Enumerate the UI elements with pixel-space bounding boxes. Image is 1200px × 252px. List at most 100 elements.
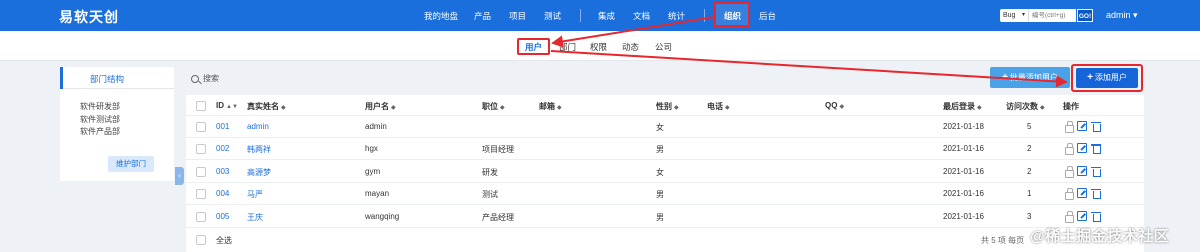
- nav-item-5[interactable]: 文档: [633, 10, 650, 22]
- trash-icon[interactable]: [1091, 211, 1101, 222]
- cell-realname[interactable]: 高源梦: [247, 167, 271, 178]
- sort-icon: ◆: [1040, 105, 1045, 111]
- col-visits[interactable]: 访问次数 ◆: [1006, 101, 1045, 112]
- col-role[interactable]: 职位 ◆: [482, 101, 505, 112]
- cell-gender: 女: [656, 123, 664, 132]
- row-checkbox[interactable]: [196, 166, 206, 177]
- add-user-button[interactable]: + 添加用户: [1076, 68, 1138, 88]
- brand-logo[interactable]: 易软天创: [59, 7, 119, 27]
- col-actions: 操作: [1063, 102, 1079, 111]
- cell-id[interactable]: 003: [216, 167, 229, 176]
- col-email[interactable]: 邮箱 ◆: [539, 101, 562, 112]
- cell-id[interactable]: 002: [216, 144, 229, 153]
- col-account[interactable]: 用户名 ◆: [365, 101, 396, 112]
- cell-account: gym: [365, 166, 381, 176]
- select-all-checkbox-header[interactable]: [196, 101, 206, 111]
- watermark: @稀土掘金技术社区: [1030, 228, 1170, 245]
- lock-icon[interactable]: [1064, 121, 1074, 133]
- col-last-login[interactable]: 最后登录 ◆: [943, 101, 982, 112]
- search-input[interactable]: [1028, 9, 1076, 22]
- lock-icon[interactable]: [1064, 143, 1074, 156]
- cell-gender: 女: [656, 167, 664, 177]
- nav-item-2[interactable]: 项目: [509, 10, 526, 22]
- lock-icon[interactable]: [1064, 210, 1074, 223]
- cell-realname[interactable]: 马严: [247, 189, 263, 200]
- row-actions: [1064, 188, 1101, 201]
- dept-item[interactable]: 软件测试部: [80, 114, 120, 127]
- cell-account: admin: [365, 122, 387, 131]
- nav-item-8[interactable]: 后台: [759, 10, 776, 22]
- edit-icon[interactable]: [1077, 143, 1087, 154]
- sort-icon: ◆: [281, 105, 286, 111]
- col-phone[interactable]: 电话 ◆: [707, 101, 730, 112]
- nav-item-1[interactable]: 产品: [474, 10, 491, 22]
- col-id[interactable]: ID ▲▼: [216, 101, 238, 110]
- sort-icon: ▲▼: [226, 104, 238, 110]
- cell-id[interactable]: 001: [216, 122, 229, 131]
- col-gender[interactable]: 性别 ◆: [656, 101, 679, 112]
- sub-navbar: 用户 部门 权限 动态 公司: [0, 31, 1200, 61]
- cell-id[interactable]: 004: [216, 189, 229, 198]
- subnav-dynamics[interactable]: 动态: [622, 41, 639, 53]
- cell-gender: 男: [656, 190, 664, 200]
- sort-icon: ◆: [725, 105, 730, 111]
- cell-id[interactable]: 005: [216, 212, 229, 221]
- batch-add-users-button[interactable]: + 批量添加用户: [990, 67, 1070, 88]
- cell-realname[interactable]: 韩两祥: [247, 144, 271, 155]
- sort-icon: ◆: [977, 105, 982, 111]
- edit-icon[interactable]: [1077, 210, 1087, 221]
- cell-account: mayan: [365, 189, 390, 199]
- plus-icon: +: [1087, 72, 1093, 83]
- edit-icon[interactable]: [1077, 165, 1087, 176]
- table-row: 003 高源梦 gym 研发 女 2021-01-16 2: [186, 161, 1144, 183]
- search-icon: [191, 74, 199, 83]
- subnav-permissions[interactable]: 权限: [590, 41, 607, 53]
- nav-item-4[interactable]: 集成: [598, 10, 615, 22]
- table-row: 004 马严 mayan 测试 男 2021-01-16 1: [186, 183, 1144, 206]
- dept-item[interactable]: 软件研发部: [80, 101, 120, 114]
- nav-divider: [704, 9, 705, 22]
- cell-visits: 2: [1027, 166, 1032, 176]
- go-button[interactable]: GO!: [1077, 9, 1093, 22]
- row-checkbox[interactable]: [196, 189, 206, 200]
- user-menu[interactable]: admin ▾: [1106, 10, 1138, 21]
- sidebar-header: 部门结构: [60, 67, 174, 89]
- col-realname[interactable]: 真实姓名 ◆: [247, 101, 286, 112]
- row-checkbox[interactable]: [196, 211, 206, 222]
- trash-icon[interactable]: [1091, 143, 1101, 155]
- cell-gender: 男: [656, 145, 664, 155]
- lock-icon[interactable]: [1064, 188, 1074, 201]
- trash-icon[interactable]: [1091, 188, 1101, 200]
- row-actions: [1064, 165, 1101, 178]
- cell-visits: 2: [1027, 144, 1032, 154]
- edit-icon[interactable]: [1077, 188, 1087, 199]
- nav-item-0[interactable]: 我的地盘: [424, 10, 458, 22]
- col-qq[interactable]: QQ ◆: [825, 101, 844, 110]
- nav-item-6[interactable]: 统计: [668, 10, 685, 22]
- dept-item[interactable]: 软件产品部: [80, 126, 120, 139]
- subnav-depts[interactable]: 部门: [559, 41, 576, 53]
- annotation-highlight-org: [714, 2, 750, 27]
- cell-realname[interactable]: 王庆: [247, 212, 263, 223]
- dept-tree: 软件研发部 软件测试部 软件产品部: [80, 101, 120, 139]
- edit-icon[interactable]: [1077, 121, 1087, 131]
- select-all-label[interactable]: 全选: [216, 235, 232, 246]
- cell-role: 项目经理: [482, 145, 514, 155]
- sidebar-collapse-handle[interactable]: ‹: [175, 167, 184, 185]
- dept-sidebar: 部门结构 软件研发部 软件测试部 软件产品部 维护部门: [60, 67, 174, 181]
- table-row: 001 admin admin 女 2021-01-18 5: [186, 116, 1144, 138]
- maintain-dept-button[interactable]: 维护部门: [108, 156, 154, 172]
- search-toggle[interactable]: 搜索: [191, 73, 219, 84]
- row-checkbox[interactable]: [196, 144, 206, 155]
- trash-icon[interactable]: [1091, 121, 1101, 132]
- sort-icon: ◆: [391, 105, 396, 111]
- cell-realname[interactable]: admin: [247, 122, 269, 131]
- lock-icon[interactable]: [1064, 165, 1074, 178]
- subnav-company[interactable]: 公司: [655, 41, 672, 53]
- cell-last_login: 2021-01-16: [943, 166, 984, 176]
- select-all-checkbox[interactable]: [196, 235, 206, 245]
- search-type-select[interactable]: Bug ▾: [1000, 9, 1028, 22]
- nav-item-3[interactable]: 测试: [544, 10, 561, 22]
- row-checkbox[interactable]: [196, 122, 206, 132]
- trash-icon[interactable]: [1091, 166, 1101, 177]
